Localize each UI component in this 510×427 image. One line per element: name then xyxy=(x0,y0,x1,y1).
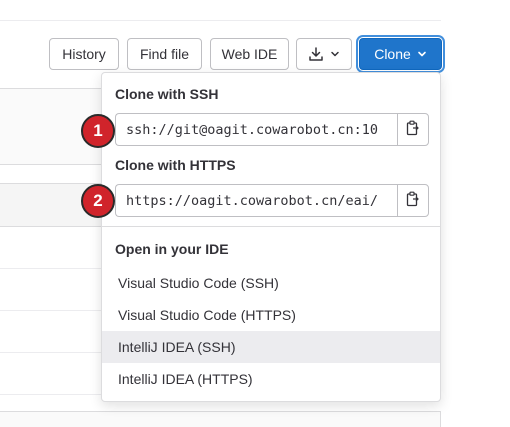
find-file-button[interactable]: Find file xyxy=(127,38,202,70)
annotation-marker-2: 2 xyxy=(81,184,115,218)
chevron-down-icon xyxy=(417,49,427,59)
web-ide-button[interactable]: Web IDE xyxy=(210,38,289,70)
ide-section-title: Open in your IDE xyxy=(115,241,229,257)
https-section-title: Clone with HTTPS xyxy=(115,157,236,173)
download-icon xyxy=(308,46,324,62)
copy-https-url-button[interactable] xyxy=(397,184,429,217)
annotation-marker-1: 1 xyxy=(81,114,115,148)
ide-item-intellij-ssh[interactable]: IntelliJ IDEA (SSH) xyxy=(102,331,440,363)
clone-button-label: Clone xyxy=(374,46,411,62)
copy-to-clipboard-icon xyxy=(406,120,420,139)
https-url-group: https://oagit.cowarobot.cn/eai/ xyxy=(115,184,429,217)
readme-panel xyxy=(0,411,441,427)
ide-item-vscode-ssh[interactable]: Visual Studio Code (SSH) xyxy=(102,267,440,299)
dropdown-divider xyxy=(102,226,440,227)
clone-button[interactable]: Clone xyxy=(359,38,442,70)
chevron-down-icon xyxy=(330,49,340,59)
ide-item-intellij-https[interactable]: IntelliJ IDEA (HTTPS) xyxy=(102,363,440,395)
copy-to-clipboard-icon xyxy=(406,191,420,210)
ssh-url-group: ssh://git@oagit.cowarobot.cn:10 xyxy=(115,113,429,146)
ssh-url-input[interactable]: ssh://git@oagit.cowarobot.cn:10 xyxy=(115,113,397,146)
ssh-section-title: Clone with SSH xyxy=(115,86,219,102)
ide-item-vscode-https[interactable]: Visual Studio Code (HTTPS) xyxy=(102,299,440,331)
clone-dropdown: Clone with SSH ssh://git@oagit.cowarobot… xyxy=(101,72,441,402)
copy-ssh-url-button[interactable] xyxy=(397,113,429,146)
history-button[interactable]: History xyxy=(49,38,119,70)
https-url-input[interactable]: https://oagit.cowarobot.cn/eai/ xyxy=(115,184,397,217)
download-button[interactable] xyxy=(296,38,352,70)
page-divider xyxy=(0,20,441,21)
